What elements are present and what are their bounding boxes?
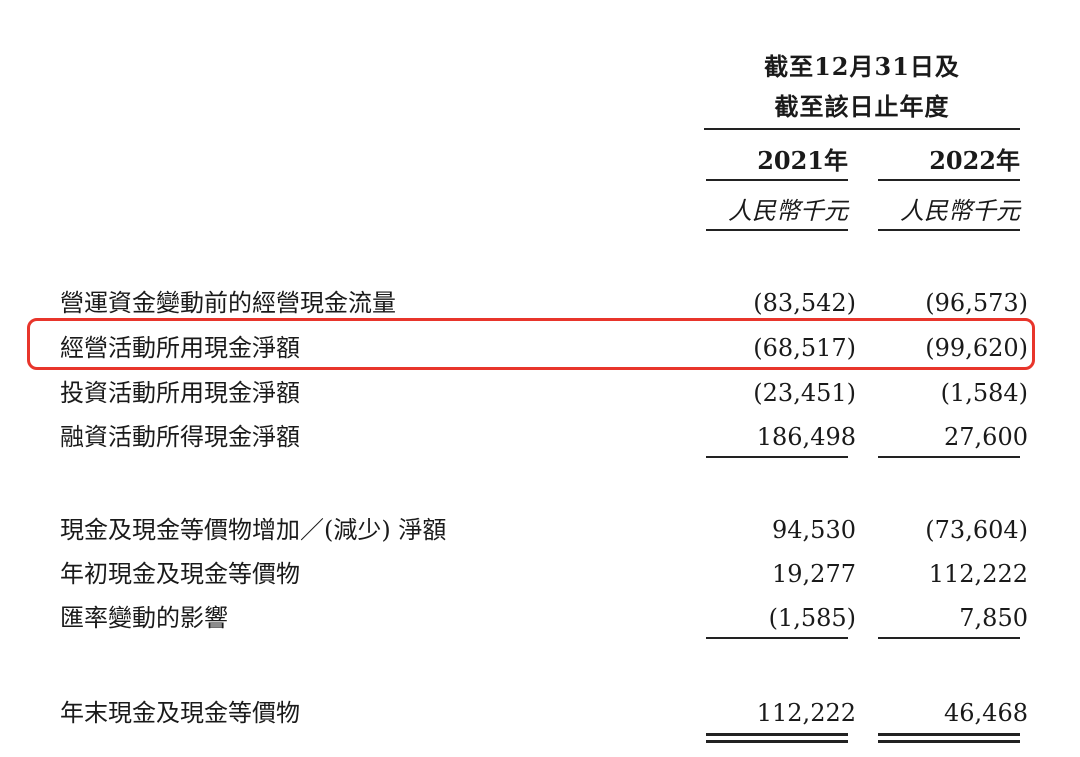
year-rule-2022 [878,179,1020,181]
subtotal-rule-2021 [706,637,848,639]
row-value-2022: 46,468 [944,699,1028,727]
row-label: 現金及現金等價物增加／(減少) 淨額 [60,516,447,544]
row-label: 匯率變動的影響 [60,604,228,632]
row-value-2021: (1,585) [768,604,856,632]
column-header-2021: 2021年 [757,146,848,175]
row-label: 投資活動所用現金淨額 [60,379,300,407]
row-value-2021: (23,451) [753,379,856,407]
highlight-box [27,318,1035,370]
row-label: 融資活動所得現金淨額 [60,423,300,451]
subtotal-rule-2022 [878,637,1020,639]
row-label: 年末現金及現金等價物 [60,699,300,727]
column-header-2022: 2022年 [929,146,1020,175]
cash-flow-table: 截至12月31日及 截至該日止年度 2021年 2022年 人民幣千元 人民幣千… [0,0,1080,757]
row-value-2021: 94,530 [772,516,856,544]
row-label: 營運資金變動前的經營現金流量 [60,289,396,317]
row-label: 年初現金及現金等價物 [60,560,300,588]
period-header-line1: 截至12月31日及 [764,52,960,81]
period-header-line2: 截至該日止年度 [774,92,950,121]
header-rule [704,128,1020,130]
row-value-2022: (73,604) [925,516,1028,544]
total-double-rule-2021-top [706,733,848,736]
total-double-rule-2022-top [878,733,1020,736]
row-value-2022: (1,584) [940,379,1028,407]
unit-rule-2021 [706,229,848,231]
row-value-2021: (83,542) [753,289,856,317]
year-rule-2021 [706,179,848,181]
subtotal-rule-2021 [706,456,848,458]
row-value-2022: 7,850 [959,604,1028,632]
unit-label-2022: 人民幣千元 [900,197,1020,225]
row-value-2022: 27,600 [944,423,1028,451]
total-double-rule-2021-bottom [706,740,848,743]
row-value-2021: 186,498 [756,423,856,451]
unit-label-2021: 人民幣千元 [728,197,848,225]
row-value-2021: 112,222 [756,699,856,727]
subtotal-rule-2022 [878,456,1020,458]
unit-rule-2022 [878,229,1020,231]
total-double-rule-2022-bottom [878,740,1020,743]
row-value-2022: (96,573) [925,289,1028,317]
row-value-2022: 112,222 [928,560,1028,588]
row-value-2021: 19,277 [772,560,856,588]
